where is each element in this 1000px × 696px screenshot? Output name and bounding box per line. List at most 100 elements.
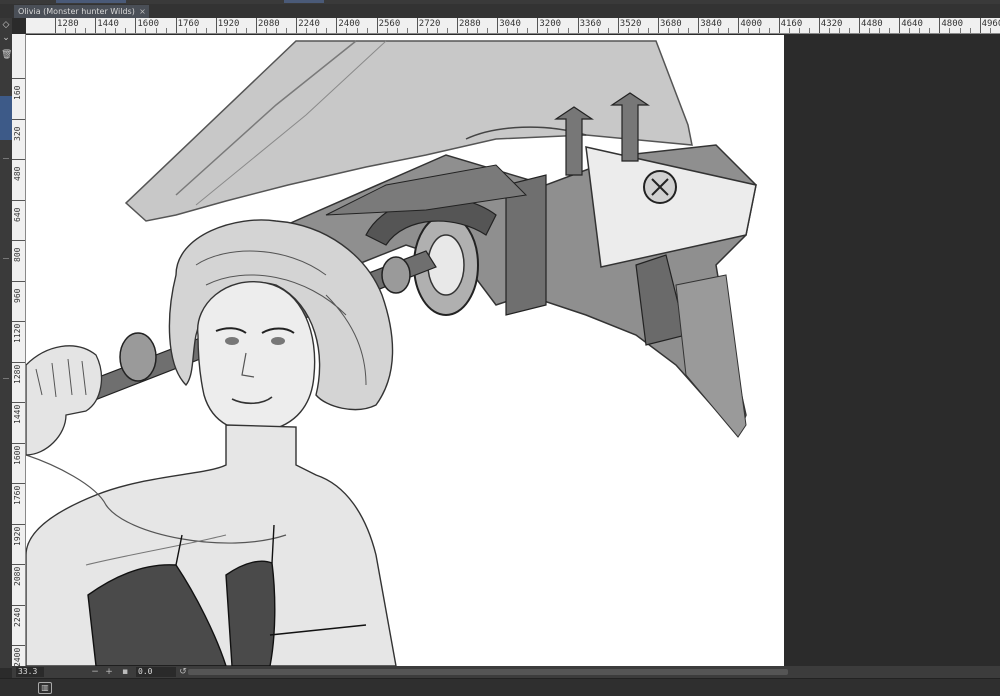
ruler-minor-tick	[989, 28, 991, 33]
ruler-minor-tick	[225, 28, 227, 33]
ruler-tick-label: 960	[13, 288, 22, 303]
ruler-minor-tick	[668, 28, 670, 33]
ruler-minor-tick	[869, 28, 871, 33]
ruler-minor-tick	[527, 28, 529, 33]
ruler-major-tick	[12, 564, 25, 565]
drawing-canvas[interactable]	[26, 35, 784, 666]
ruler-minor-tick	[185, 28, 187, 33]
horizontal-ruler[interactable]: 1280 1440 1600 1760 1920 2080 2240 2400 2560 2720…	[26, 18, 1000, 34]
ruler-major-tick	[738, 18, 740, 33]
ruler-minor-tick	[326, 28, 328, 33]
ruler-major-tick	[859, 18, 860, 33]
status-bar: 33.3 − + ▪ 0.0 ↺	[12, 666, 1000, 678]
ruler-minor-tick	[467, 28, 469, 33]
ruler-minor-tick	[949, 28, 951, 33]
ruler-minor-tick	[125, 28, 127, 33]
ruler-minor-tick	[788, 28, 790, 33]
ruler-minor-tick	[959, 28, 961, 33]
ruler-tick-label: 2080	[13, 566, 22, 586]
ruler-tick-label: 4960	[981, 19, 1000, 29]
ruler-tick-label: 1280	[13, 364, 22, 384]
ruler-major-tick	[175, 18, 177, 33]
ruler-minor-tick	[266, 28, 268, 33]
ruler-minor-tick	[879, 28, 881, 33]
ruler-major-tick	[55, 18, 56, 33]
ruler-tick-label: 1920	[13, 526, 22, 546]
ruler-minor-tick	[507, 28, 509, 33]
ruler-minor-tick	[758, 28, 760, 33]
ruler-minor-tick	[517, 28, 519, 33]
ruler-major-tick	[95, 18, 97, 33]
ruler-major-tick	[12, 523, 25, 525]
ruler-major-tick	[497, 18, 499, 33]
vertical-ruler[interactable]: 160 320 480 640 800 960 1120 1280 1440 1600 1760 19…	[12, 34, 26, 666]
ruler-minor-tick	[909, 28, 911, 33]
app-window: Olivia (Monster hunter Wilds) × ◇ ⌄ 🗑 12…	[0, 0, 1000, 696]
ruler-major-tick	[12, 118, 25, 120]
active-layer-indicator[interactable]	[0, 96, 12, 140]
ruler-major-tick	[12, 442, 25, 444]
toolbar-highlight[interactable]	[56, 0, 126, 3]
ruler-minor-tick	[728, 28, 730, 33]
layer-icon[interactable]: ◇	[1, 20, 11, 30]
ruler-minor-tick	[567, 28, 569, 33]
ruler-minor-tick	[607, 28, 609, 33]
ruler-minor-tick	[647, 28, 649, 33]
rotation-field[interactable]: 0.0	[136, 667, 176, 677]
fit-icon[interactable]: ▪	[120, 667, 130, 677]
ruler-minor-tick	[436, 28, 438, 33]
ruler-major-tick	[12, 483, 25, 484]
ruler-minor-tick	[446, 28, 448, 33]
ruler-tick-label: 1760	[13, 485, 22, 505]
left-tool-strip: ◇ ⌄ 🗑	[0, 18, 12, 668]
ruler-minor-tick	[708, 28, 710, 33]
tab-bar: Olivia (Monster hunter Wilds) ×	[0, 4, 1000, 18]
divider	[3, 158, 9, 159]
ruler-major-tick	[12, 199, 25, 201]
ruler-major-tick	[336, 18, 338, 33]
ruler-major-tick	[135, 18, 137, 33]
ruler-minor-tick	[838, 28, 840, 33]
ruler-major-tick	[256, 18, 257, 33]
ruler-minor-tick	[386, 28, 388, 33]
toolbar-highlight[interactable]	[284, 0, 324, 3]
ruler-minor-tick	[396, 28, 398, 33]
ruler-major-tick	[12, 280, 25, 282]
ruler-minor-tick	[205, 28, 207, 33]
ruler-minor-tick	[276, 28, 278, 33]
panel-icon[interactable]: ▥	[38, 682, 52, 694]
plus-icon[interactable]: +	[104, 667, 114, 677]
ruler-minor-tick	[718, 28, 720, 33]
ruler-minor-tick	[286, 28, 288, 33]
ruler-major-tick	[12, 240, 25, 241]
ruler-minor-tick	[85, 28, 87, 33]
ruler-major-tick	[979, 18, 981, 33]
ruler-major-tick	[12, 321, 25, 322]
ruler-major-tick	[12, 604, 25, 606]
chevron-down-icon[interactable]: ⌄	[1, 33, 11, 43]
ruler-minor-tick	[115, 28, 117, 33]
ruler-minor-tick	[75, 28, 77, 33]
zoom-field[interactable]: 33.3	[16, 667, 44, 677]
ruler-tick-label: 480	[13, 166, 22, 181]
ruler-tick-label: 1120	[13, 323, 22, 343]
ruler-minor-tick	[356, 28, 358, 33]
ruler-tick-label: 2400	[13, 647, 22, 666]
horizontal-scrollbar[interactable]	[188, 669, 788, 675]
ruler-minor-tick	[235, 28, 237, 33]
ruler-minor-tick	[477, 28, 479, 33]
ruler-minor-tick	[919, 28, 921, 33]
close-icon[interactable]: ×	[139, 5, 146, 18]
ruler-major-tick	[215, 18, 217, 33]
ruler-minor-tick	[627, 28, 629, 33]
ruler-major-tick	[376, 18, 378, 33]
ruler-minor-tick	[848, 28, 850, 33]
ruler-tick-label: 800	[13, 247, 22, 262]
tab-document[interactable]: Olivia (Monster hunter Wilds) ×	[14, 5, 149, 18]
ruler-tick-label: 1600	[13, 445, 22, 465]
minus-icon[interactable]: −	[90, 667, 100, 677]
ruler-tick-label: 640	[13, 207, 22, 222]
trash-icon[interactable]: 🗑	[1, 50, 12, 60]
rotate-left-icon[interactable]: ↺	[178, 667, 188, 677]
ruler-minor-tick	[245, 28, 247, 33]
